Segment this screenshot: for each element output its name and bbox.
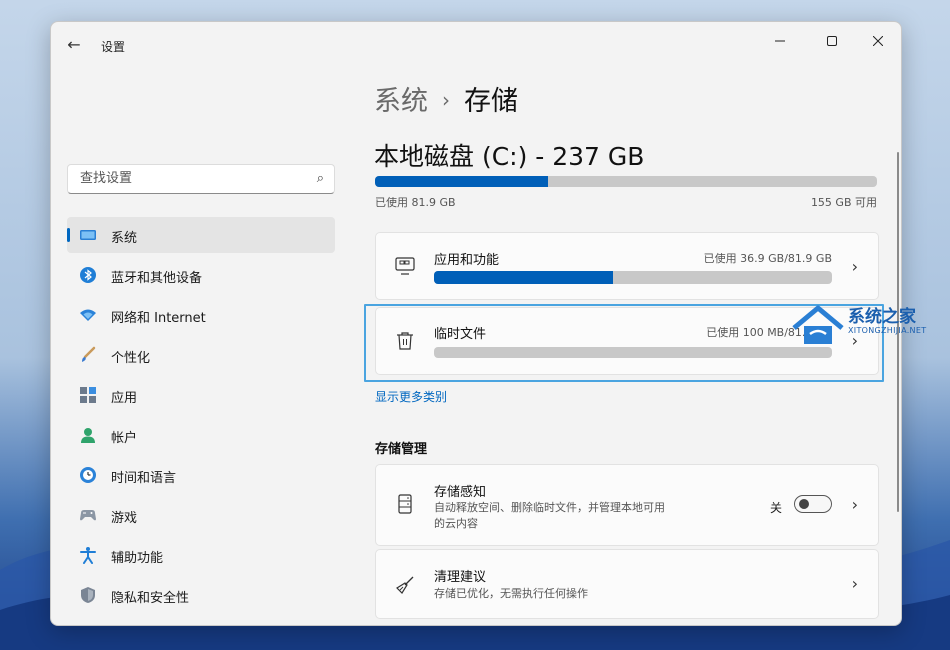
sidebar-item-label: 帐户 — [111, 431, 138, 446]
chevron-right-icon: › — [851, 257, 858, 276]
settings-window: ← 设置 ⌕ 系统 蓝牙和其他设备 网络和 Internet — [50, 21, 902, 626]
sidebar-item-label: 隐私和安全性 — [111, 591, 190, 606]
category-usage: 已使用 36.9 GB/81.9 GB — [703, 252, 832, 265]
toggle-state-label: 关 — [769, 501, 782, 515]
storage-management-heading: 存储管理 — [375, 442, 428, 457]
sidebar-item-personalization[interactable]: 个性化 — [67, 337, 335, 373]
sidebar-item-network[interactable]: 网络和 Internet — [67, 297, 335, 333]
storage-sense-title: 存储感知 — [434, 485, 487, 500]
storage-sense-description: 自动释放空间、删除临时文件，并管理本地可用的云内容 — [434, 501, 665, 530]
chevron-right-icon: › — [851, 574, 858, 593]
sidebar-item-label: 辅助功能 — [111, 551, 164, 566]
brush-icon — [82, 346, 96, 362]
arrow-left-icon: ← — [67, 35, 81, 54]
search-field[interactable]: ⌕ — [67, 164, 335, 194]
breadcrumb: 系统 › 存储 — [374, 79, 518, 118]
system-icon — [80, 230, 96, 240]
show-more-categories-link[interactable]: 显示更多类别 — [375, 388, 447, 405]
sidebar-item-label: 游戏 — [111, 511, 138, 526]
sidebar-item-label: 时间和语言 — [111, 471, 177, 486]
category-apps-features[interactable]: 应用和功能 已使用 36.9 GB/81.9 GB › — [375, 232, 879, 300]
cleanup-recommendations-row[interactable]: 清理建议 存储已优化，无需执行任何操作 › — [375, 549, 879, 619]
bluetooth-icon — [80, 267, 96, 283]
disk-usage-bar — [375, 176, 877, 187]
storage-sense-row[interactable]: 存储感知 自动释放空间、删除临时文件，并管理本地可用的云内容 关 › — [375, 464, 879, 546]
site-watermark: 系统之家 XITONGZHIJIA.NET — [790, 302, 940, 352]
search-input[interactable] — [78, 170, 302, 187]
search-icon: ⌕ — [316, 171, 324, 186]
category-title: 应用和功能 — [434, 253, 500, 268]
sidebar-nav: 系统 蓝牙和其他设备 网络和 Internet 个性化 应用 帐户 时间和语言 — [67, 217, 335, 617]
category-usage-bar — [434, 271, 832, 284]
sidebar-item-apps[interactable]: 应用 — [67, 377, 335, 413]
wifi-icon — [80, 309, 96, 321]
back-button[interactable]: ← — [63, 34, 85, 56]
shield-icon — [81, 587, 95, 603]
chevron-right-icon: › — [442, 88, 450, 112]
app-title: 设置 — [101, 40, 126, 54]
apps-icon — [80, 387, 96, 403]
accessibility-icon — [80, 547, 96, 564]
sidebar-item-bluetooth[interactable]: 蓝牙和其他设备 — [67, 257, 335, 293]
toggle-knob — [799, 499, 809, 509]
page-title: 存储 — [464, 86, 518, 117]
broom-icon — [396, 576, 414, 594]
gamepad-icon — [80, 510, 96, 521]
apps-features-icon — [395, 257, 415, 275]
disk-free-label: 155 GB 可用 — [810, 196, 877, 209]
sidebar-item-label: 系统 — [111, 231, 138, 246]
sidebar-item-label: 网络和 Internet — [111, 311, 206, 326]
sidebar-item-time-language[interactable]: 时间和语言 — [67, 457, 335, 493]
disk-title: 本地磁盘 (C:) - 237 GB — [374, 142, 645, 171]
cleanup-title: 清理建议 — [434, 570, 487, 585]
sidebar-item-label: 个性化 — [111, 351, 151, 366]
sidebar-item-accounts[interactable]: 帐户 — [67, 417, 335, 453]
house-logo-icon — [792, 305, 844, 344]
sidebar-item-accessibility[interactable]: 辅助功能 — [67, 537, 335, 573]
sidebar-item-gaming[interactable]: 游戏 — [67, 497, 335, 533]
sidebar-item-privacy[interactable]: 隐私和安全性 — [67, 577, 335, 613]
chevron-right-icon: › — [851, 495, 858, 514]
account-icon — [81, 428, 95, 443]
watermark-subtitle: XITONGZHIJIA.NET — [848, 326, 927, 335]
watermark-title: 系统之家 — [848, 307, 916, 327]
breadcrumb-parent[interactable]: 系统 — [374, 86, 428, 117]
storage-sense-toggle[interactable] — [794, 495, 832, 513]
sidebar-item-label: 应用 — [111, 391, 138, 406]
disk-used-label: 已使用 81.9 GB — [375, 196, 456, 209]
storage-sense-icon — [398, 494, 412, 514]
sidebar-item-label: 蓝牙和其他设备 — [111, 271, 203, 286]
sidebar-item-system[interactable]: 系统 — [67, 217, 335, 253]
disk-usage-fill — [375, 176, 549, 187]
cleanup-description: 存储已优化，无需执行任何操作 — [434, 587, 588, 600]
category-usage-fill — [434, 271, 614, 284]
clock-globe-icon — [80, 467, 96, 483]
